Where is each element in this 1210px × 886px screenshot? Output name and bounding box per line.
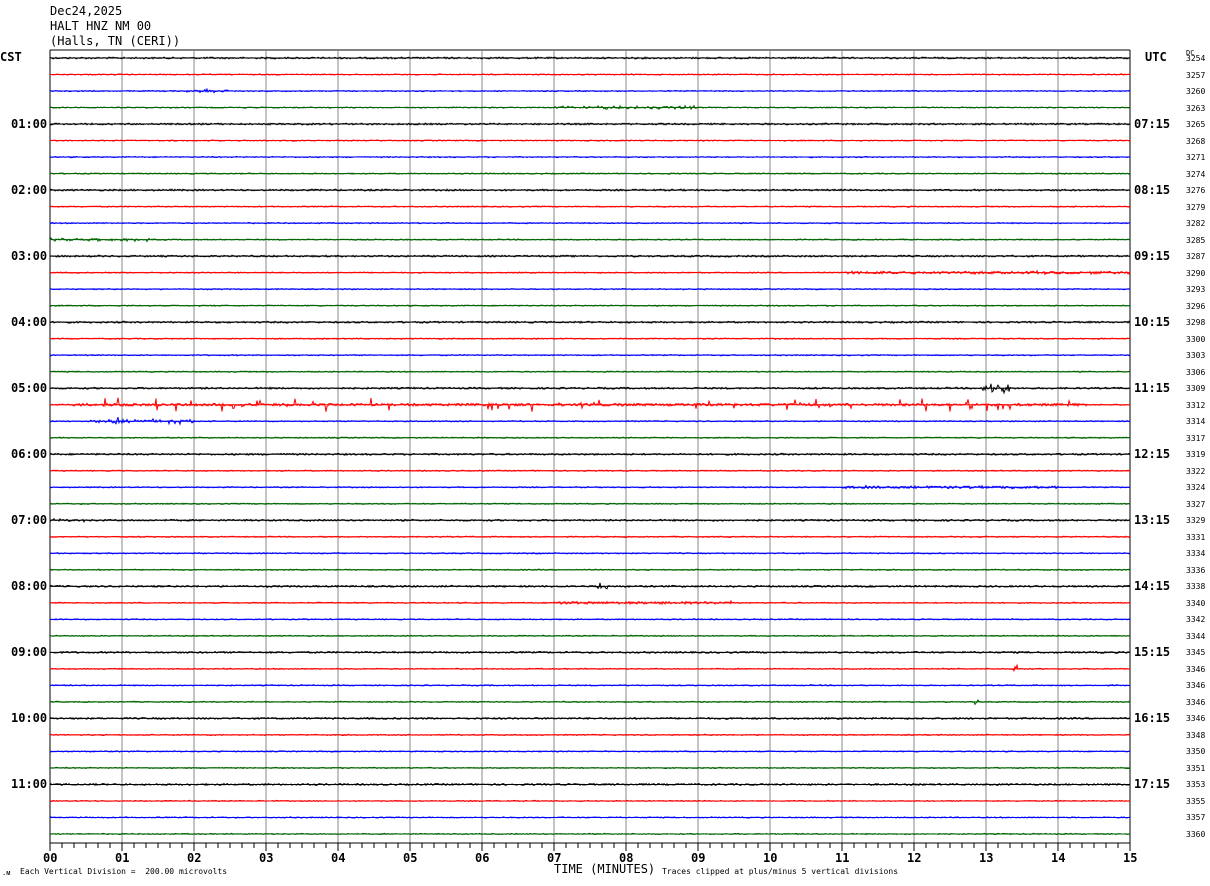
- seismic-trace: [49, 663, 1130, 672]
- seismic-trace: [49, 698, 1131, 706]
- seismic-trace: [49, 320, 1131, 325]
- seismic-trace: [49, 122, 1131, 126]
- helicorder-plot: [49, 49, 1131, 851]
- scale-note: Each Vertical Division = 200.00 microvol…: [20, 867, 228, 876]
- x-axis-title: TIME (MINUTES): [554, 862, 656, 876]
- seismic-trace: [49, 188, 1131, 192]
- seismic-trace: [49, 104, 1131, 111]
- seismic-trace: [49, 416, 1131, 426]
- seismic-trace: [49, 269, 1131, 276]
- seismic-trace: [49, 87, 1131, 94]
- logo-mark: .ᴍ: [2, 869, 11, 877]
- seismic-trace: [49, 716, 1131, 721]
- clip-note: Traces clipped at plus/minus 5 vertical …: [662, 867, 899, 876]
- seismic-trace: [49, 254, 1131, 258]
